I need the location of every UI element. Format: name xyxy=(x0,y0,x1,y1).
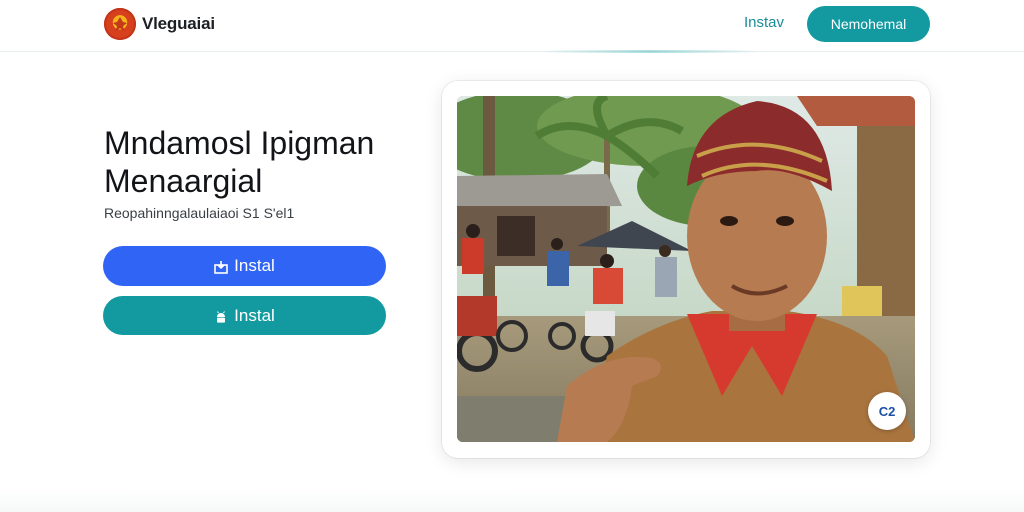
emblem-icon xyxy=(104,8,136,40)
photo-badge-button[interactable]: C2 xyxy=(868,392,906,430)
top-navbar: Vleguaiai Instav Nemohemal xyxy=(0,0,1024,52)
hero-title-line: Menaargial xyxy=(104,163,263,199)
download-icon xyxy=(214,259,228,274)
photo-card: C2 xyxy=(442,81,930,458)
photo-illustration xyxy=(457,96,915,442)
hero-subtitle: Reopahinngalaulaiaoi S1 S'el1 xyxy=(104,205,295,221)
brand-name: Vleguaiai xyxy=(142,14,215,33)
header-accent-line xyxy=(540,50,760,53)
install-button-label: Instal xyxy=(234,256,275,275)
android-icon xyxy=(214,309,228,323)
hero-title: Mndamosl Ipigman Menaargial xyxy=(104,124,424,200)
install-button-primary[interactable]: Instal xyxy=(103,246,386,286)
footer-fade xyxy=(0,490,1024,512)
install-button-secondary[interactable]: Instal xyxy=(103,296,386,335)
hero-photo xyxy=(457,96,915,442)
brand[interactable]: Vleguaiai xyxy=(104,8,215,40)
header-cta-button[interactable]: Nemohemal xyxy=(807,6,930,42)
landing-page: Vleguaiai Instav Nemohemal Mndamosl Ipig… xyxy=(0,0,1024,512)
nav-link-instav[interactable]: Instav xyxy=(744,14,784,31)
install-button-label: Instal xyxy=(234,305,275,325)
hero-title-line: Mndamosl Ipigman xyxy=(104,125,375,161)
